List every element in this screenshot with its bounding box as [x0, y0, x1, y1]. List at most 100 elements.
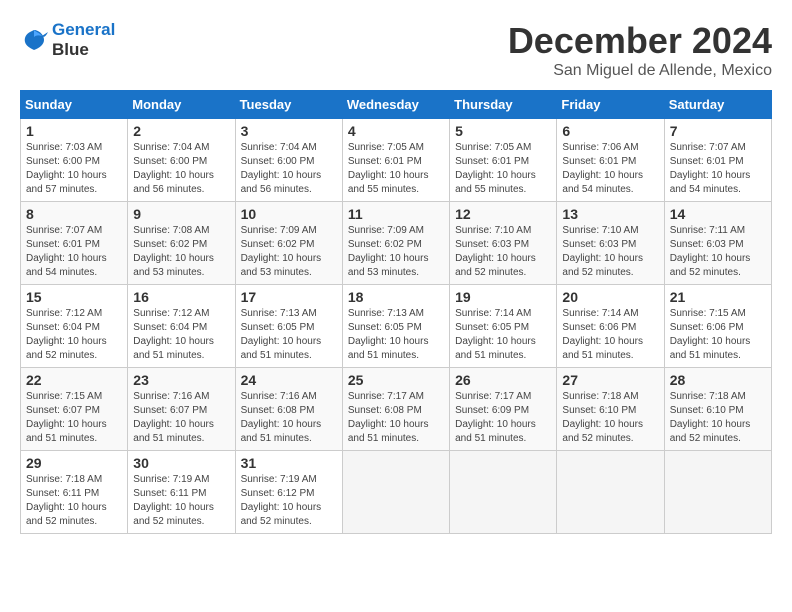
table-row: 29 Sunrise: 7:18 AM Sunset: 6:11 PM Dayli…	[21, 451, 128, 534]
day-number: 2	[133, 123, 229, 139]
table-row: 14 Sunrise: 7:11 AM Sunset: 6:03 PM Dayli…	[664, 202, 771, 285]
day-number: 14	[670, 206, 766, 222]
day-info: Sunrise: 7:07 AM Sunset: 6:01 PM Dayligh…	[26, 224, 122, 280]
table-row	[450, 451, 557, 534]
table-row: 22 Sunrise: 7:15 AM Sunset: 6:07 PM Dayli…	[21, 368, 128, 451]
table-row: 18 Sunrise: 7:13 AM Sunset: 6:05 PM Dayli…	[342, 285, 449, 368]
day-number: 17	[241, 289, 337, 305]
day-number: 21	[670, 289, 766, 305]
day-info: Sunrise: 7:03 AM Sunset: 6:00 PM Dayligh…	[26, 141, 122, 197]
day-info: Sunrise: 7:18 AM Sunset: 6:11 PM Dayligh…	[26, 473, 122, 529]
day-info: Sunrise: 7:14 AM Sunset: 6:06 PM Dayligh…	[562, 307, 658, 363]
day-info: Sunrise: 7:13 AM Sunset: 6:05 PM Dayligh…	[241, 307, 337, 363]
calendar-week-row: 22 Sunrise: 7:15 AM Sunset: 6:07 PM Dayli…	[21, 368, 772, 451]
day-number: 7	[670, 123, 766, 139]
table-row: 2 Sunrise: 7:04 AM Sunset: 6:00 PM Daylig…	[128, 119, 235, 202]
table-row: 19Sunrise: 7:14 AM Sunset: 6:05 PM Dayli…	[450, 285, 557, 368]
day-info: Sunrise: 7:19 AM Sunset: 6:12 PM Dayligh…	[241, 473, 337, 529]
table-row	[342, 451, 449, 534]
day-info: Sunrise: 7:08 AM Sunset: 6:02 PM Dayligh…	[133, 224, 229, 280]
table-row: 9 Sunrise: 7:08 AM Sunset: 6:02 PM Daylig…	[128, 202, 235, 285]
day-number: 15	[26, 289, 122, 305]
day-number: 13	[562, 206, 658, 222]
table-row: 21Sunrise: 7:15 AM Sunset: 6:06 PM Dayli…	[664, 285, 771, 368]
calendar-header-row: Sunday Monday Tuesday Wednesday Thursday…	[21, 91, 772, 119]
day-number: 4	[348, 123, 444, 139]
logo: General Blue	[20, 20, 115, 59]
logo-text: General Blue	[52, 20, 115, 59]
table-row: 12 Sunrise: 7:10 AM Sunset: 6:03 PM Dayli…	[450, 202, 557, 285]
col-friday: Friday	[557, 91, 664, 119]
day-number: 23	[133, 372, 229, 388]
day-number: 29	[26, 455, 122, 471]
logo-icon	[20, 26, 48, 54]
table-row: 10Sunrise: 7:09 AM Sunset: 6:02 PM Dayli…	[235, 202, 342, 285]
location-subtitle: San Miguel de Allende, Mexico	[508, 62, 772, 80]
day-number: 3	[241, 123, 337, 139]
table-row: 31Sunrise: 7:19 AM Sunset: 6:12 PM Dayli…	[235, 451, 342, 534]
day-info: Sunrise: 7:10 AM Sunset: 6:03 PM Dayligh…	[455, 224, 551, 280]
table-row: 24 Sunrise: 7:16 AM Sunset: 6:08 PM Dayli…	[235, 368, 342, 451]
table-row: 25Sunrise: 7:17 AM Sunset: 6:08 PM Dayli…	[342, 368, 449, 451]
day-info: Sunrise: 7:19 AM Sunset: 6:11 PM Dayligh…	[133, 473, 229, 529]
table-row: 11Sunrise: 7:09 AM Sunset: 6:02 PM Dayli…	[342, 202, 449, 285]
table-row: 1 Sunrise: 7:03 AM Sunset: 6:00 PM Daylig…	[21, 119, 128, 202]
day-number: 20	[562, 289, 658, 305]
day-number: 12	[455, 206, 551, 222]
day-number: 28	[670, 372, 766, 388]
day-info: Sunrise: 7:13 AM Sunset: 6:05 PM Dayligh…	[348, 307, 444, 363]
table-row: 7 Sunrise: 7:07 AM Sunset: 6:01 PM Daylig…	[664, 119, 771, 202]
table-row: 28 Sunrise: 7:18 AM Sunset: 6:10 PM Dayli…	[664, 368, 771, 451]
day-info: Sunrise: 7:15 AM Sunset: 6:07 PM Dayligh…	[26, 390, 122, 446]
day-number: 16	[133, 289, 229, 305]
table-row: 8Sunrise: 7:07 AM Sunset: 6:01 PM Daylig…	[21, 202, 128, 285]
day-info: Sunrise: 7:16 AM Sunset: 6:07 PM Dayligh…	[133, 390, 229, 446]
table-row	[664, 451, 771, 534]
page-header: General Blue December 2024 San Miguel de…	[20, 20, 772, 80]
day-number: 22	[26, 372, 122, 388]
col-sunday: Sunday	[21, 91, 128, 119]
day-info: Sunrise: 7:07 AM Sunset: 6:01 PM Dayligh…	[670, 141, 766, 197]
day-number: 5	[455, 123, 551, 139]
table-row: 4 Sunrise: 7:05 AM Sunset: 6:01 PM Daylig…	[342, 119, 449, 202]
day-number: 9	[133, 206, 229, 222]
table-row: 13Sunrise: 7:10 AM Sunset: 6:03 PM Dayli…	[557, 202, 664, 285]
day-info: Sunrise: 7:09 AM Sunset: 6:02 PM Dayligh…	[241, 224, 337, 280]
table-row: 26 Sunrise: 7:17 AM Sunset: 6:09 PM Dayli…	[450, 368, 557, 451]
day-number: 27	[562, 372, 658, 388]
day-info: Sunrise: 7:12 AM Sunset: 6:04 PM Dayligh…	[133, 307, 229, 363]
col-saturday: Saturday	[664, 91, 771, 119]
title-area: December 2024 San Miguel de Allende, Mex…	[508, 20, 772, 80]
day-number: 26	[455, 372, 551, 388]
calendar-week-row: 29 Sunrise: 7:18 AM Sunset: 6:11 PM Dayli…	[21, 451, 772, 534]
table-row	[557, 451, 664, 534]
day-info: Sunrise: 7:17 AM Sunset: 6:09 PM Dayligh…	[455, 390, 551, 446]
day-info: Sunrise: 7:05 AM Sunset: 6:01 PM Dayligh…	[348, 141, 444, 197]
day-info: Sunrise: 7:17 AM Sunset: 6:08 PM Dayligh…	[348, 390, 444, 446]
day-info: Sunrise: 7:16 AM Sunset: 6:08 PM Dayligh…	[241, 390, 337, 446]
table-row: 16 Sunrise: 7:12 AM Sunset: 6:04 PM Dayli…	[128, 285, 235, 368]
day-number: 18	[348, 289, 444, 305]
table-row: 6Sunrise: 7:06 AM Sunset: 6:01 PM Daylig…	[557, 119, 664, 202]
calendar-week-row: 8Sunrise: 7:07 AM Sunset: 6:01 PM Daylig…	[21, 202, 772, 285]
calendar-week-row: 1 Sunrise: 7:03 AM Sunset: 6:00 PM Daylig…	[21, 119, 772, 202]
day-info: Sunrise: 7:05 AM Sunset: 6:01 PM Dayligh…	[455, 141, 551, 197]
day-number: 11	[348, 206, 444, 222]
day-number: 1	[26, 123, 122, 139]
col-tuesday: Tuesday	[235, 91, 342, 119]
table-row: 30Sunrise: 7:19 AM Sunset: 6:11 PM Dayli…	[128, 451, 235, 534]
month-title: December 2024	[508, 20, 772, 62]
day-info: Sunrise: 7:04 AM Sunset: 6:00 PM Dayligh…	[241, 141, 337, 197]
day-info: Sunrise: 7:04 AM Sunset: 6:00 PM Dayligh…	[133, 141, 229, 197]
day-info: Sunrise: 7:06 AM Sunset: 6:01 PM Dayligh…	[562, 141, 658, 197]
day-info: Sunrise: 7:11 AM Sunset: 6:03 PM Dayligh…	[670, 224, 766, 280]
day-info: Sunrise: 7:14 AM Sunset: 6:05 PM Dayligh…	[455, 307, 551, 363]
table-row: 27Sunrise: 7:18 AM Sunset: 6:10 PM Dayli…	[557, 368, 664, 451]
day-info: Sunrise: 7:18 AM Sunset: 6:10 PM Dayligh…	[670, 390, 766, 446]
day-number: 24	[241, 372, 337, 388]
col-monday: Monday	[128, 91, 235, 119]
table-row: 17 Sunrise: 7:13 AM Sunset: 6:05 PM Dayli…	[235, 285, 342, 368]
calendar-week-row: 15 Sunrise: 7:12 AM Sunset: 6:04 PM Dayli…	[21, 285, 772, 368]
table-row: 5 Sunrise: 7:05 AM Sunset: 6:01 PM Daylig…	[450, 119, 557, 202]
col-thursday: Thursday	[450, 91, 557, 119]
